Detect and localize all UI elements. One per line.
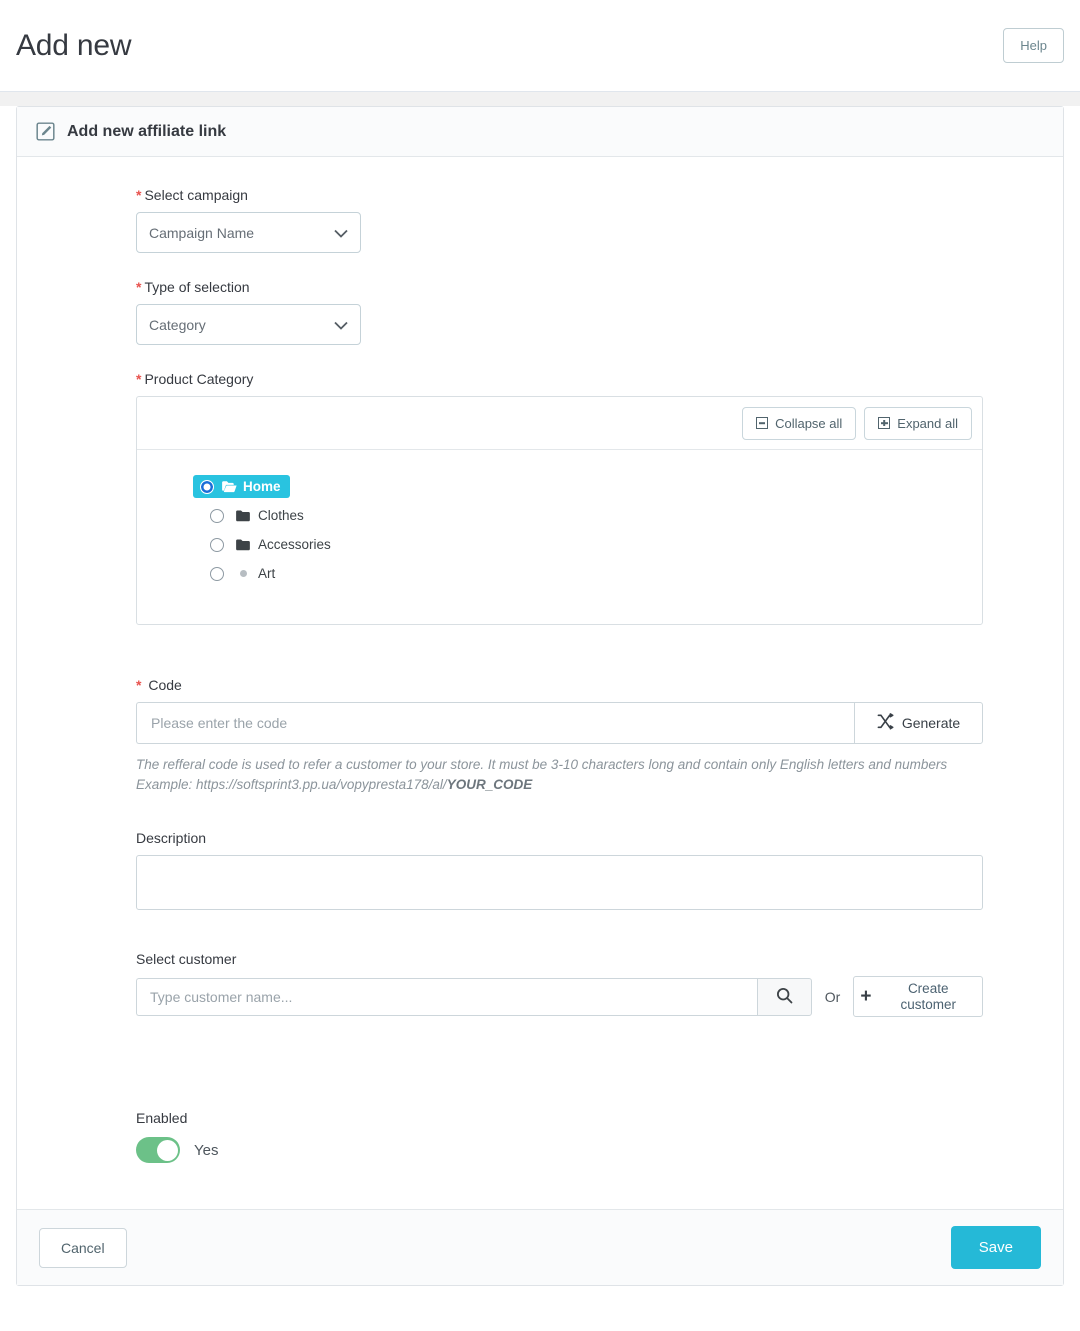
tree-node-art-label: Art [258,566,276,581]
cancel-button[interactable]: Cancel [39,1227,127,1268]
tree-node-clothes-body: Clothes [236,508,304,523]
field-code: * Code Generate [17,677,1063,794]
label-enabled: Enabled [136,1110,188,1127]
label-description: Description [136,830,207,847]
code-input-group: Generate [136,702,983,744]
label-text: Product Category [144,371,254,387]
select-type-value: Category [149,316,206,333]
tree-node-art-body: Art [236,566,275,581]
customer-search-row: Or + Create customer [136,976,983,1018]
label-select-campaign: * Select campaign [136,187,1063,203]
chevron-down-icon [334,225,348,241]
open-folder-icon [222,480,237,493]
tree-node-clothes-label: Clothes [258,508,304,523]
field-description: Description [17,830,1063,915]
card-header: Add new affiliate link [17,107,1063,157]
code-helper-example-token: YOUR_CODE [446,776,533,792]
card-title: Add new affiliate link [67,122,227,140]
tree-toolbar: Collapse all Expand all [137,397,982,450]
customer-search-button[interactable] [757,977,812,1016]
enabled-toggle-switch[interactable] [136,1137,180,1164]
help-button[interactable]: Help [1003,28,1064,63]
label-product-category: * Product Category [136,371,1063,387]
field-product-category: * Product Category Collapse all Expand al… [17,371,1063,625]
card-footer: Cancel Save [17,1209,1063,1286]
expand-all-button[interactable]: Expand all [864,406,972,440]
select-type-dropdown[interactable]: Category [136,304,361,345]
required-marker: * [136,677,142,693]
required-marker: * [136,279,142,295]
leaf-dot-icon [240,570,247,577]
label-text: Select campaign [144,187,248,203]
label-text: Type of selection [144,279,250,295]
radio-art[interactable] [210,566,224,581]
create-customer-button[interactable]: + Create customer [853,976,983,1018]
folder-icon [236,538,251,551]
affiliate-link-card: Add new affiliate link * Select campaign … [16,106,1064,1287]
generate-button[interactable]: Generate [854,702,983,744]
field-type-of-selection: * Type of selection Category [17,279,1063,345]
description-textarea[interactable] [136,855,983,911]
field-select-campaign: * Select campaign Campaign Name [17,187,1063,253]
collapse-all-label: Collapse all [775,415,843,431]
page-root: Add new Help Add new affiliate link * Sel… [0,0,1080,1331]
label-code: * Code [136,677,1063,693]
tree-node-clothes[interactable]: Clothes [137,501,982,530]
search-icon [776,987,793,1007]
required-marker: * [136,371,142,387]
or-label: Or [824,988,841,1005]
create-customer-label: Create customer [900,981,956,1012]
pencil-square-icon [35,121,56,142]
tree-node-home-label: Home [243,479,281,494]
select-campaign-dropdown[interactable]: Campaign Name [136,212,361,253]
radio-clothes[interactable] [210,508,224,523]
header-gutter [0,92,1080,106]
folder-icon [236,509,251,522]
code-helper-line2: Example: https://softsprint3.pp.ua/vopyp… [136,775,983,795]
label-type-of-selection: * Type of selection [136,279,1063,295]
save-button[interactable]: Save [950,1226,1041,1270]
collapse-all-button[interactable]: Collapse all [742,406,857,440]
page-title: Add new [16,28,132,62]
enabled-state-label: Yes [194,1141,219,1159]
page-header: Add new Help [0,0,1080,92]
toggle-knob [156,1139,178,1161]
minus-square-icon [756,417,769,429]
chevron-down-icon [334,317,348,333]
field-enabled: Enabled Yes [17,1110,1063,1164]
code-helper-text: The refferal code is used to refer a cus… [136,755,983,794]
enabled-toggle-row: Yes [136,1137,1063,1164]
tree-node-accessories-label: Accessories [258,537,331,552]
expand-all-label: Expand all [897,415,958,431]
label-select-customer: Select customer [136,951,237,968]
code-input[interactable] [136,702,854,744]
tree-body: Home Clothes Accessories Art [137,450,982,624]
tree-node-home-pill[interactable]: Home [193,475,290,498]
code-helper-line1: The refferal code is used to refer a cus… [136,757,948,772]
category-tree-widget: Collapse all Expand all Home Clothes Acc… [136,396,983,625]
tree-node-accessories-body: Accessories [236,537,331,552]
label-text: Code [148,677,182,693]
plus-icon: + [860,986,872,1008]
required-marker: * [136,187,142,203]
shuffle-icon [877,713,894,733]
field-select-customer: Select customer Or + Cr [17,951,1063,1018]
plus-square-icon [878,417,891,429]
select-campaign-value: Campaign Name [149,224,255,241]
generate-label: Generate [901,715,961,731]
radio-accessories[interactable] [210,537,224,552]
customer-search-input[interactable] [136,977,758,1016]
tree-node-art[interactable]: Art [137,559,982,588]
code-helper-example-prefix: Example: https://softsprint3.pp.ua/vopyp… [136,776,447,792]
card-body: * Select campaign Campaign Name * Type of … [17,157,1063,1209]
tree-node-accessories[interactable]: Accessories [137,530,982,559]
radio-home[interactable] [200,479,214,494]
tree-node-home[interactable]: Home [137,472,982,501]
